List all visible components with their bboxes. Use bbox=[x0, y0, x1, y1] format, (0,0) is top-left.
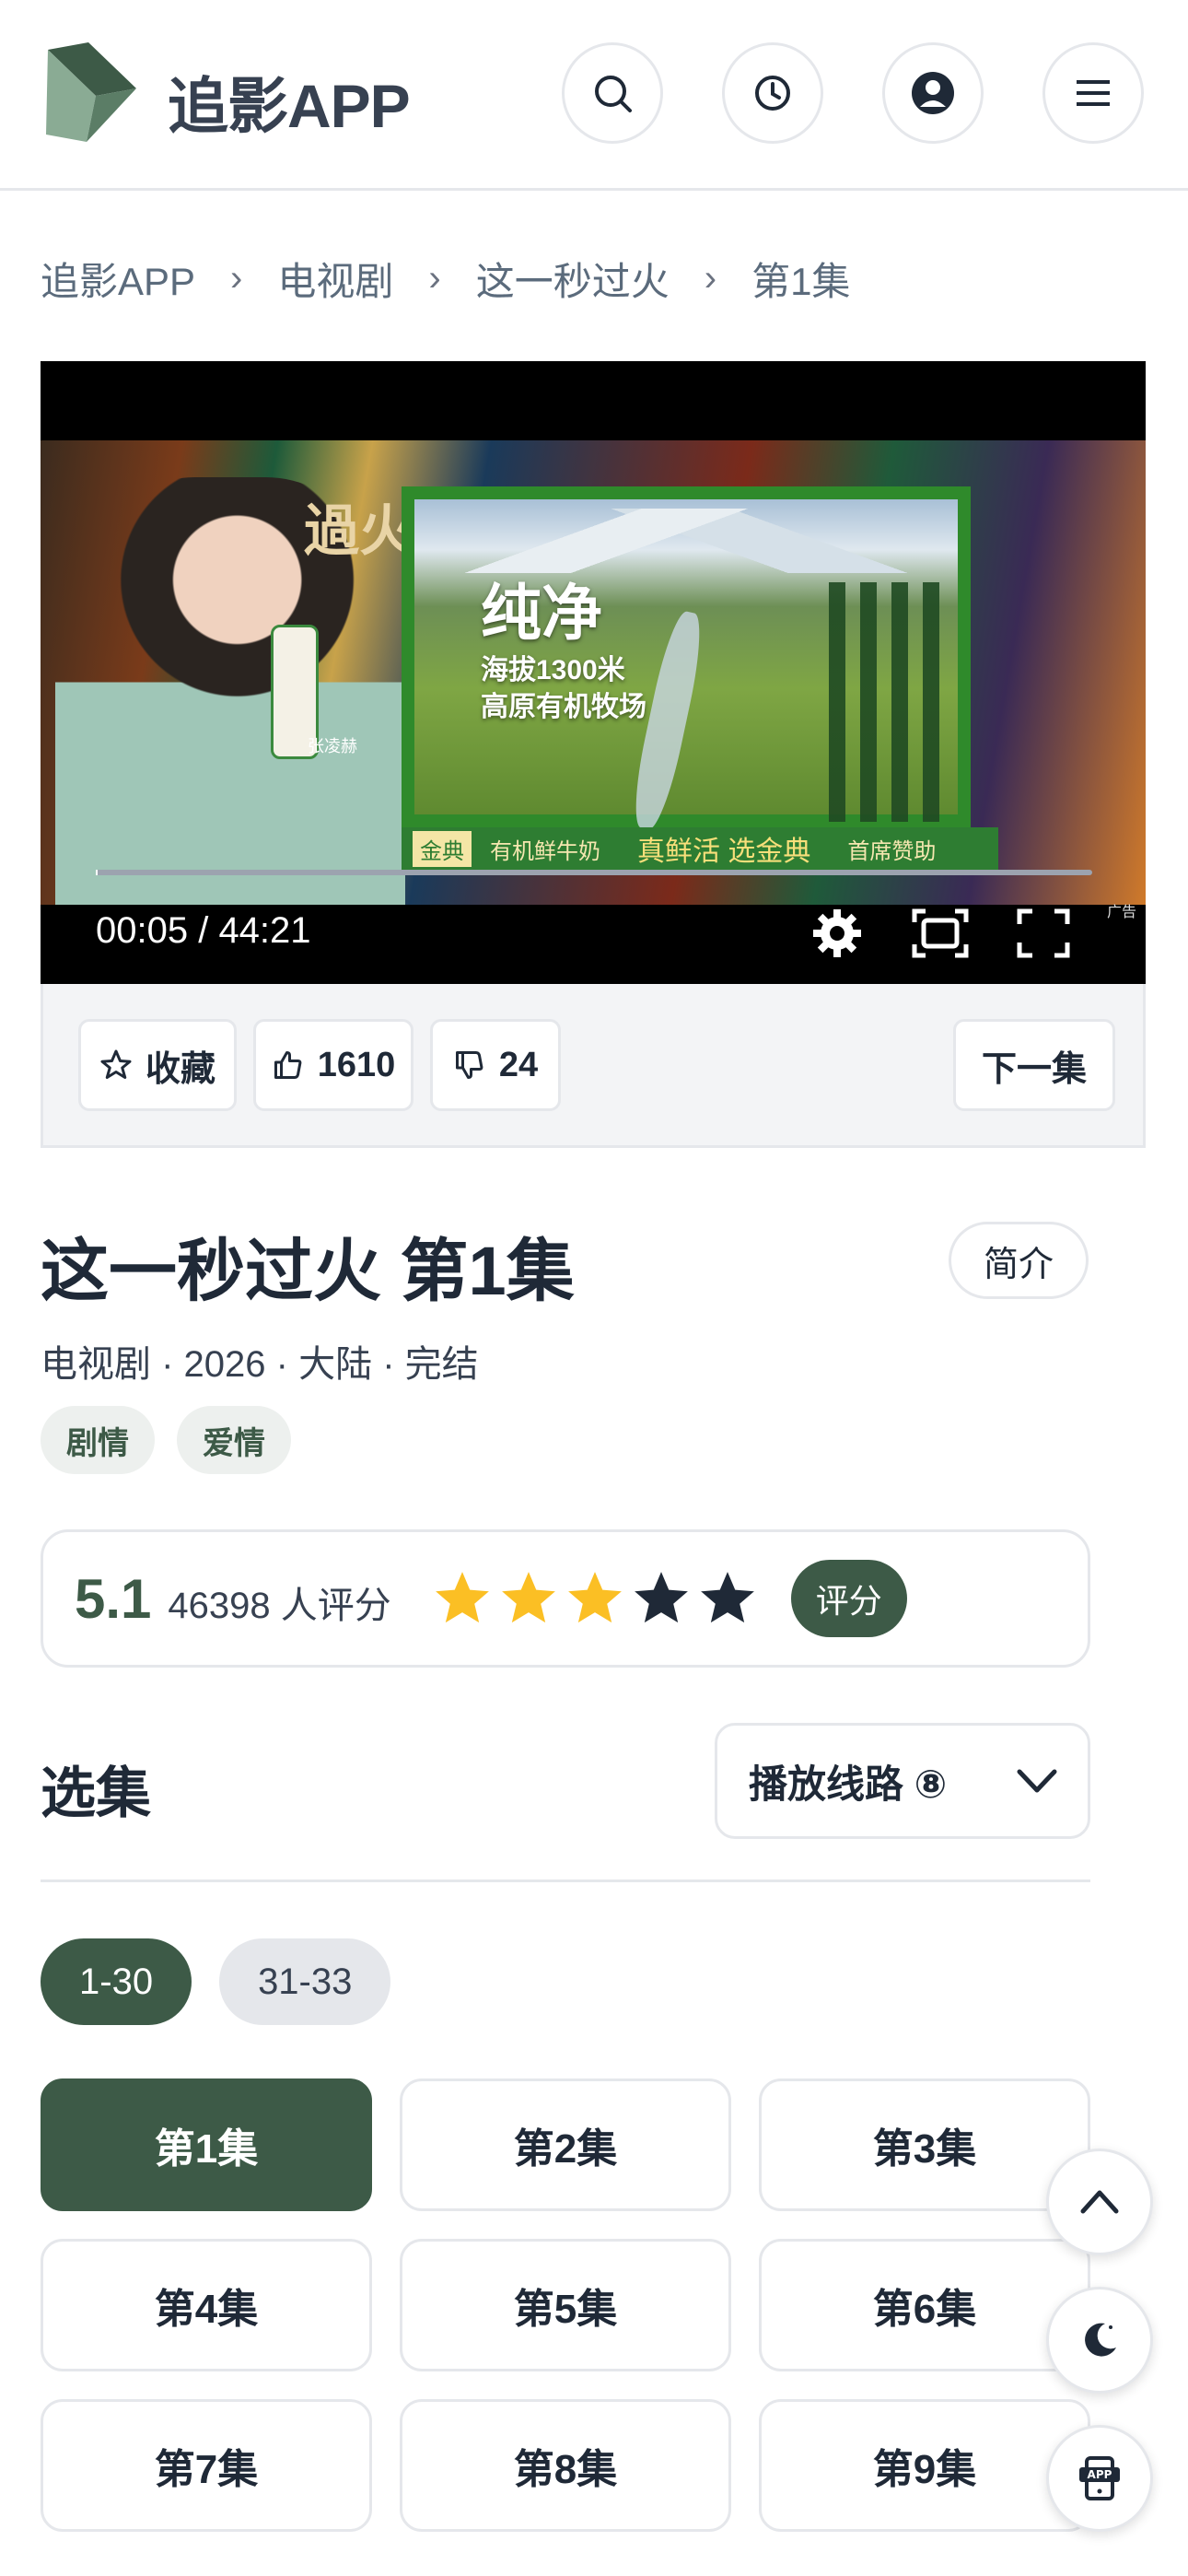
ad-frame[interactable]: 過火 纯净 海拔1300米 高原有机牧场 张凌赫 金典 有机鲜牛奶 真鲜活 选金… bbox=[41, 440, 1146, 920]
fullscreen-button[interactable] bbox=[1013, 903, 1074, 964]
chevron-right-icon: › bbox=[704, 258, 717, 299]
menu-icon bbox=[1077, 80, 1110, 106]
intro-button[interactable]: 简介 bbox=[949, 1222, 1089, 1299]
ad-headline: 纯净 bbox=[481, 579, 602, 647]
ad-endorser-name: 张凌赫 bbox=[308, 737, 357, 755]
breadcrumb-show[interactable]: 这一秒过火 bbox=[476, 251, 670, 307]
arrow-up-icon bbox=[1080, 2190, 1119, 2214]
episode-button[interactable]: 第4集 bbox=[41, 2239, 372, 2371]
moon-icon bbox=[1085, 2323, 1116, 2357]
dislike-button[interactable]: 24 bbox=[430, 1019, 561, 1111]
chevron-right-icon: › bbox=[230, 258, 243, 299]
breadcrumb: 追影APP › 电视剧 › 这一秒过火 › 第1集 bbox=[41, 251, 850, 307]
back-to-top-button[interactable] bbox=[1046, 2149, 1153, 2255]
star-empty-icon[interactable] bbox=[697, 1568, 758, 1629]
logo-icon[interactable] bbox=[41, 42, 142, 144]
episode-button[interactable]: 第9集 bbox=[759, 2399, 1090, 2532]
user-button[interactable] bbox=[882, 42, 984, 144]
favorite-button[interactable]: 收藏 bbox=[78, 1019, 237, 1111]
show-meta: 电视剧 · 2026 · 大陆 · 完结 bbox=[41, 1344, 479, 1385]
favorite-label: 收藏 bbox=[145, 1049, 215, 1089]
action-bar: 收藏 1610 24 下一集 bbox=[41, 984, 1146, 1148]
breadcrumb-home[interactable]: 追影APP bbox=[41, 251, 195, 307]
page-title: 这一秒过火 第1集 bbox=[41, 1233, 575, 1309]
user-icon bbox=[912, 72, 954, 114]
app-download-button[interactable]: APP bbox=[1046, 2425, 1153, 2532]
playback-time: 00:05 / 44:21 bbox=[96, 910, 311, 951]
history-button[interactable] bbox=[722, 42, 823, 144]
breadcrumb-episode: 第1集 bbox=[751, 260, 851, 303]
genre-tags: 剧情 爱情 bbox=[41, 1406, 291, 1474]
chevron-right-icon: › bbox=[428, 258, 441, 299]
rating-card: 5.1 46398 人评分 评分 bbox=[41, 1529, 1090, 1668]
genre-tag[interactable]: 剧情 bbox=[41, 1406, 155, 1474]
ad-landscape-image: 纯净 海拔1300米 高原有机牧场 bbox=[402, 486, 971, 833]
search-button[interactable] bbox=[562, 42, 663, 144]
dark-mode-button[interactable] bbox=[1046, 2287, 1153, 2394]
star-empty-icon[interactable] bbox=[631, 1568, 692, 1629]
next-episode-button[interactable]: 下一集 bbox=[953, 1019, 1115, 1111]
progress-bar[interactable] bbox=[96, 870, 1092, 875]
star-filled-icon[interactable] bbox=[432, 1568, 493, 1629]
episode-button[interactable]: 第3集 bbox=[759, 2078, 1090, 2211]
ad-brand: 過火 bbox=[304, 500, 414, 562]
episode-button[interactable]: 第8集 bbox=[400, 2399, 731, 2532]
episode-button[interactable]: 第2集 bbox=[400, 2078, 731, 2211]
rating-count: 46398 人评分 bbox=[168, 1586, 391, 1626]
top-header: 追影APP bbox=[0, 0, 1188, 191]
star-outline-icon bbox=[100, 1049, 132, 1079]
like-button[interactable]: 1610 bbox=[253, 1019, 413, 1111]
play-line-label: 播放线路 ⑧ bbox=[749, 1762, 948, 1806]
ad-subtitle: 海拔1300米 高原有机牧场 bbox=[481, 655, 646, 722]
history-icon bbox=[755, 76, 790, 111]
dislike-count: 24 bbox=[498, 1045, 539, 1084]
video-player[interactable]: 過火 纯净 海拔1300米 高原有机牧场 张凌赫 金典 有机鲜牛奶 真鲜活 选金… bbox=[41, 361, 1146, 984]
next-episode-label: 下一集 bbox=[981, 1049, 1087, 1089]
episode-section-title: 选集 bbox=[41, 1762, 151, 1824]
breadcrumb-category[interactable]: 电视剧 bbox=[277, 251, 393, 307]
like-count: 1610 bbox=[317, 1045, 396, 1084]
episode-range-tab[interactable]: 31-33 bbox=[219, 1938, 391, 2025]
ad-banner: 金典 有机鲜牛奶 真鲜活 选金典 首席赞助 bbox=[402, 827, 998, 870]
ad-label: 广告 bbox=[1106, 905, 1136, 920]
rate-button[interactable]: 评分 bbox=[790, 1560, 907, 1637]
genre-tag[interactable]: 爱情 bbox=[177, 1406, 291, 1474]
menu-button[interactable] bbox=[1042, 42, 1144, 144]
episode-range-tab[interactable]: 1-30 bbox=[41, 1938, 192, 2025]
play-line-select[interactable]: 播放线路 ⑧ bbox=[715, 1723, 1090, 1839]
fullscreen-icon bbox=[1017, 908, 1070, 958]
webfullscreen-icon bbox=[912, 908, 969, 958]
episode-range-tabs: 1-30 31-33 bbox=[41, 1938, 391, 2025]
app-title[interactable]: 追影APP bbox=[168, 57, 411, 146]
episode-button[interactable]: 第5集 bbox=[400, 2239, 731, 2371]
star-filled-icon[interactable] bbox=[565, 1568, 625, 1629]
star-filled-icon[interactable] bbox=[498, 1568, 559, 1629]
svg-text:APP: APP bbox=[1088, 2468, 1112, 2481]
chevron-down-icon bbox=[1017, 1769, 1057, 1793]
webfullscreen-button[interactable] bbox=[910, 903, 971, 964]
rating-stars[interactable] bbox=[432, 1568, 758, 1629]
divider bbox=[41, 1879, 1090, 1882]
search-icon bbox=[595, 76, 632, 112]
thumbs-up-icon bbox=[274, 1051, 302, 1079]
app-download-icon: APP bbox=[1079, 2456, 1120, 2500]
settings-button[interactable] bbox=[807, 903, 868, 964]
thumbs-down-icon bbox=[455, 1051, 483, 1079]
episode-button[interactable]: 第6集 bbox=[759, 2239, 1090, 2371]
episode-button[interactable]: 第1集 bbox=[41, 2078, 372, 2211]
rating-score: 5.1 bbox=[75, 1567, 152, 1630]
gear-icon bbox=[813, 909, 861, 957]
episode-button[interactable]: 第7集 bbox=[41, 2399, 372, 2532]
